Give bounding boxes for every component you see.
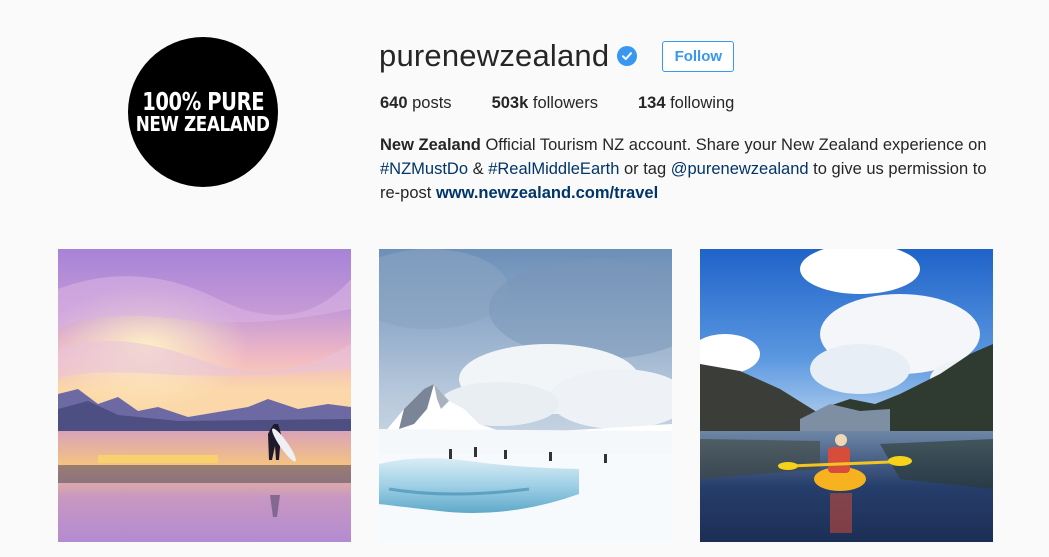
profile-stats: 640 posts 503k followers 134 following [380,94,774,113]
hashtag-link[interactable]: #RealMiddleEarth [488,160,619,178]
posts-count: 640 [380,94,408,112]
stat-followers[interactable]: 503k followers [492,94,598,113]
verified-badge-icon [617,46,638,66]
posts-label: posts [407,94,452,112]
followers-count: 503k [491,94,529,112]
stat-posts: 640 posts [380,94,452,113]
follow-button[interactable]: Follow [662,40,735,72]
bio-text: or tag [619,160,671,178]
profile-bio: New Zealand Official Tourism NZ account.… [380,133,1000,205]
profile-username: purenewzealand [379,38,610,73]
post-thumbnail-glacier-hikers[interactable] [379,249,672,542]
bio-name: New Zealand [380,136,481,154]
bio-text: Official Tourism NZ account. Share your … [480,136,987,154]
following-count: 134 [637,94,666,112]
website-link[interactable]: www.newzealand.com/travel [436,184,658,202]
profile-header: purenewzealand Follow [379,36,735,76]
mention-link[interactable]: @purenewzealand [671,160,809,178]
post-thumbnail-lake-kayak[interactable] [700,249,993,542]
followers-label: followers [528,94,598,112]
bio-text: & [468,160,489,178]
stat-following[interactable]: 134 following [638,94,734,113]
hashtag-link[interactable]: #NZMustDo [380,160,468,178]
post-thumbnail-sunset-surfer[interactable] [58,249,351,542]
following-label: following [665,94,735,112]
profile-avatar: 100% PURE NEW ZEALAND [128,37,278,187]
avatar-logo-line2: NEW ZEALAND [136,112,270,137]
avatar-logo-line1: 100% PURE [142,86,265,116]
